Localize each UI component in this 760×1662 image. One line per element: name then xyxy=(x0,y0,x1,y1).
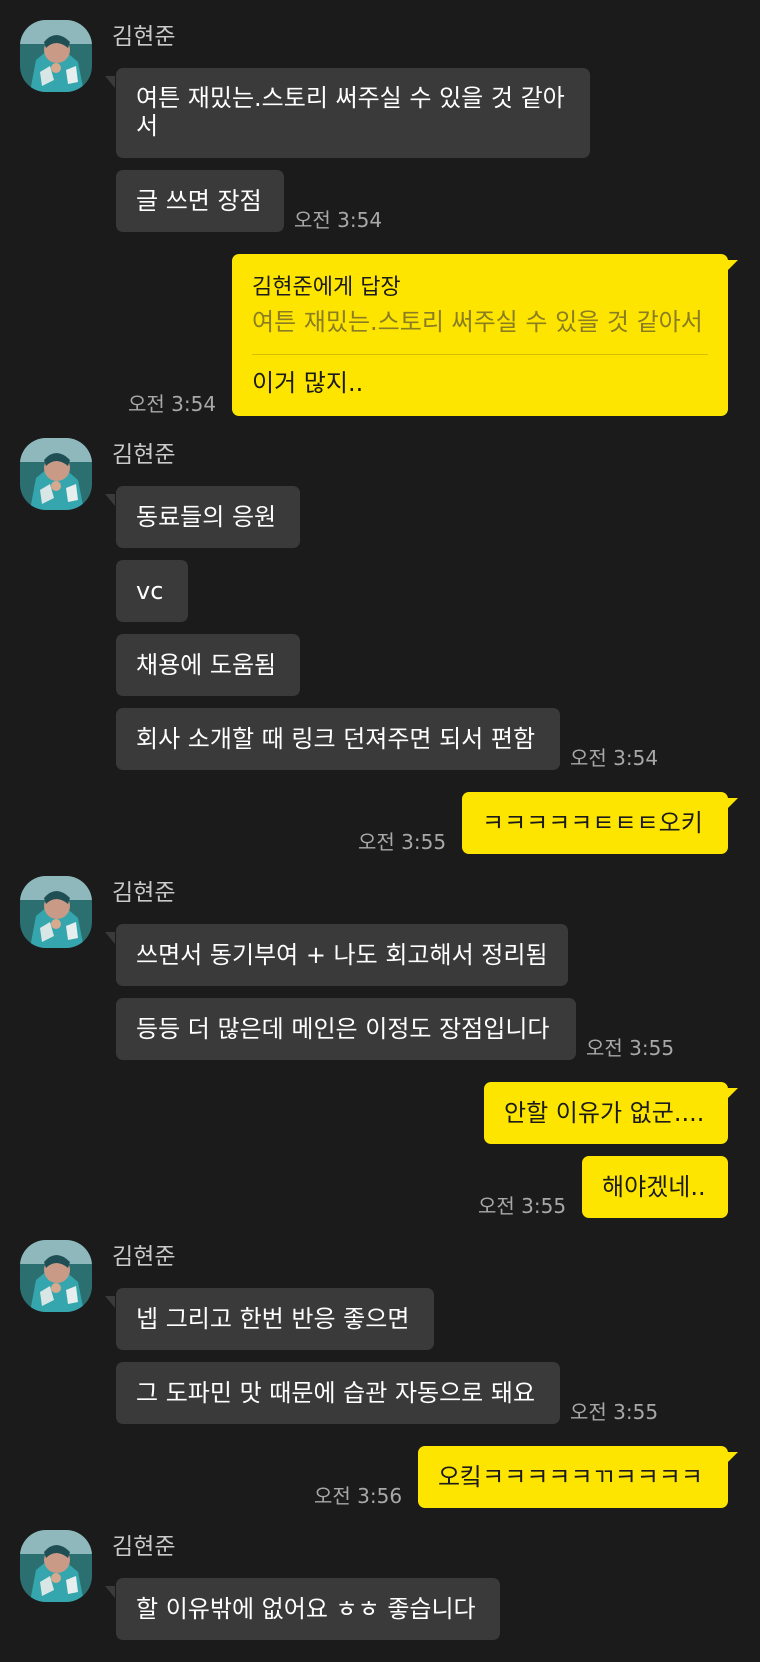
message-timestamp: 오전 3:55 xyxy=(358,830,447,854)
incoming-message[interactable]: 등등 더 많은데 메인은 이정도 장점입니다 xyxy=(116,998,576,1060)
message-timestamp: 오전 3:56 xyxy=(314,1484,403,1508)
sender-name: 김현준 xyxy=(112,24,176,50)
incoming-message[interactable]: vc xyxy=(116,560,188,622)
message-text: vc xyxy=(136,577,164,605)
message-text: 안할 이유가 없군.... xyxy=(504,1099,705,1127)
sender-avatar[interactable] xyxy=(20,1240,92,1312)
message-timestamp: 오전 3:54 xyxy=(128,392,217,416)
avatar-image xyxy=(20,1240,92,1312)
message-timestamp: 오전 3:54 xyxy=(570,746,659,770)
sender-name: 김현준 xyxy=(112,1244,176,1270)
message-text: 할 이유밖에 없어요 ㅎㅎ 좋습니다 xyxy=(136,1595,476,1623)
sender-avatar[interactable] xyxy=(20,876,92,948)
incoming-message[interactable]: 쓰면서 동기부여 + 나도 회고해서 정리됨 xyxy=(116,924,568,986)
quoted-message[interactable]: 여튼 재밌는.스토리 써주실 수 있을 것 같아서 xyxy=(252,306,708,338)
reply-recipient-label: 김현준에게 답장 xyxy=(252,275,401,300)
outgoing-message[interactable]: ㅋㅋㅋㅋㅋㅌㅌㅌ오키 xyxy=(462,792,728,854)
outgoing-message[interactable]: 오킼ㅋㅋㅋㅋㅋㄲㅋㅋㅋㅋ xyxy=(418,1446,728,1508)
incoming-message[interactable]: 글 쓰면 장점 xyxy=(116,170,284,232)
bubble-tail xyxy=(105,1296,115,1308)
message-timestamp: 오전 3:55 xyxy=(570,1400,659,1424)
message-text: 오킼ㅋㅋㅋㅋㅋㄲㅋㅋㅋㅋ xyxy=(438,1463,703,1491)
message-text: 그 도파민 맛 때문에 습관 자동으로 돼요 xyxy=(136,1379,536,1407)
bubble-tail xyxy=(105,494,115,506)
avatar-image xyxy=(20,1530,92,1602)
message-text: 회사 소개할 때 링크 던져주면 되서 편함 xyxy=(136,725,536,753)
message-text: 해야겠네.. xyxy=(602,1173,706,1201)
avatar-image xyxy=(20,438,92,510)
bubble-tail xyxy=(726,798,738,810)
incoming-message[interactable]: 그 도파민 맛 때문에 습관 자동으로 돼요 xyxy=(116,1362,560,1424)
incoming-message[interactable]: 할 이유밖에 없어요 ㅎㅎ 좋습니다 xyxy=(116,1578,500,1640)
outgoing-message[interactable]: 안할 이유가 없군.... xyxy=(484,1082,728,1144)
message-text: 글 쓰면 장점 xyxy=(136,187,262,215)
outgoing-message[interactable]: 해야겠네.. xyxy=(582,1156,728,1218)
incoming-message[interactable]: 여튼 재밌는.스토리 써주실 수 있을 것 같아서 xyxy=(116,68,590,158)
message-text: 동료들의 응원 xyxy=(136,503,277,531)
reply-message[interactable]: 김현준에게 답장 여튼 재밌는.스토리 써주실 수 있을 것 같아서 이거 많지… xyxy=(232,254,728,416)
sender-avatar[interactable] xyxy=(20,438,92,510)
bubble-tail xyxy=(105,1586,115,1598)
incoming-message[interactable]: 채용에 도움됨 xyxy=(116,634,300,696)
message-text: 쓰면서 동기부여 + 나도 회고해서 정리됨 xyxy=(136,941,548,969)
sender-avatar[interactable] xyxy=(20,20,92,92)
incoming-message[interactable]: 회사 소개할 때 링크 던져주면 되서 편함 xyxy=(116,708,560,770)
incoming-message[interactable]: 동료들의 응원 xyxy=(116,486,300,548)
message-text: ㅋㅋㅋㅋㅋㅌㅌㅌ오키 xyxy=(482,809,703,837)
message-text: 등등 더 많은데 메인은 이정도 장점입니다 xyxy=(136,1015,550,1043)
message-text: 넵 그리고 한번 반응 좋으면 xyxy=(136,1305,410,1333)
sender-name: 김현준 xyxy=(112,880,176,906)
sender-name: 김현준 xyxy=(112,1534,176,1560)
message-text: 이거 많지.. xyxy=(252,369,364,397)
chat-message-list[interactable]: 김현준 여튼 재밌는.스토리 써주실 수 있을 것 같아서 글 쓰면 장점 오전… xyxy=(0,0,760,1662)
message-timestamp: 오전 3:55 xyxy=(478,1194,567,1218)
avatar-image xyxy=(20,20,92,92)
bubble-tail xyxy=(105,932,115,944)
sender-avatar[interactable] xyxy=(20,1530,92,1602)
incoming-message[interactable]: 넵 그리고 한번 반응 좋으면 xyxy=(116,1288,434,1350)
reply-divider xyxy=(252,354,708,355)
message-timestamp: 오전 3:54 xyxy=(294,208,383,232)
sender-name: 김현준 xyxy=(112,442,176,468)
bubble-tail xyxy=(726,1452,738,1464)
bubble-tail xyxy=(726,1088,738,1100)
bubble-tail xyxy=(105,76,115,88)
bubble-tail xyxy=(726,260,738,272)
message-text: 채용에 도움됨 xyxy=(136,651,277,679)
message-text: 여튼 재밌는.스토리 써주실 수 있을 것 같아서 xyxy=(136,84,565,140)
avatar-image xyxy=(20,876,92,948)
message-timestamp: 오전 3:55 xyxy=(586,1036,675,1060)
